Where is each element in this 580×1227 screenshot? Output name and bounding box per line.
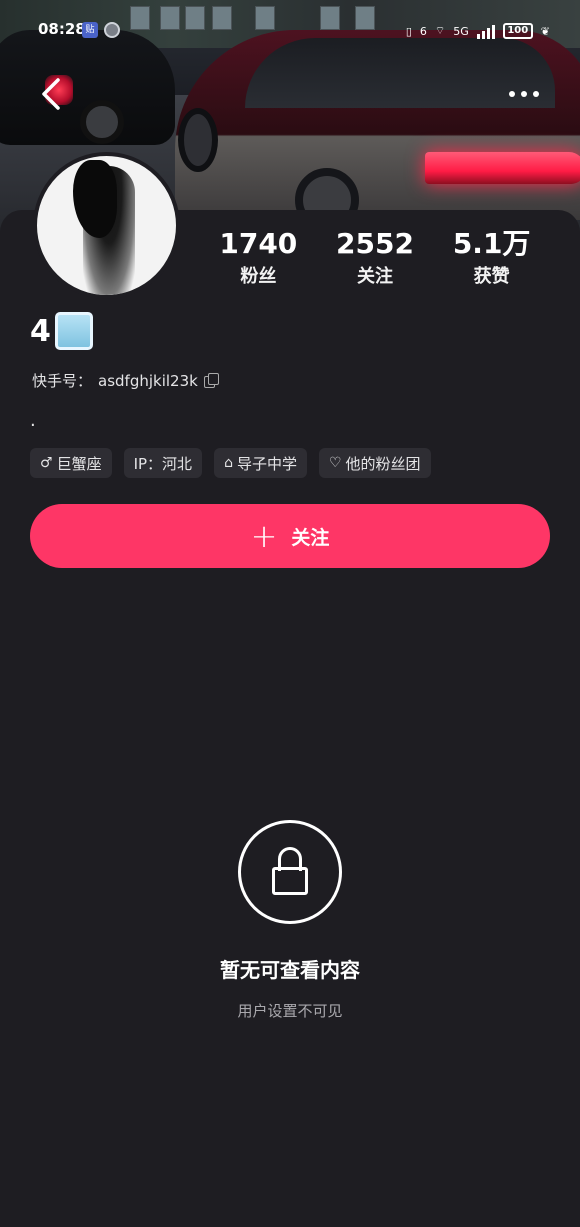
- profile-panel: [0, 210, 580, 1227]
- username-text: 4: [30, 313, 51, 349]
- kuaishou-id-row: 快手号： asdfghjkil23k: [32, 370, 220, 391]
- tag-fan-group[interactable]: ♡ 他的粉丝团: [318, 448, 431, 478]
- plus-icon: +: [250, 517, 278, 555]
- male-icon: ♂: [40, 455, 53, 471]
- stat-fans-value: 1740: [219, 227, 298, 260]
- back-button[interactable]: [36, 76, 66, 112]
- stat-fans-label: 粉丝: [240, 266, 277, 287]
- notification-app-icon: 贴: [82, 22, 98, 38]
- heart-icon: ♡: [328, 455, 342, 471]
- status-bar: 08:28 贴 ▯ 6 ⌔ 5G 100 ❦: [0, 18, 580, 46]
- graduation-cap-icon: ⌂: [224, 455, 233, 471]
- tag-zodiac: ♂ 巨蟹座: [30, 448, 112, 478]
- more-options-button[interactable]: [504, 82, 544, 106]
- tag-school[interactable]: ⌂ 导子中学: [214, 448, 307, 478]
- more-dots-icon: [509, 91, 515, 97]
- tag-fan-group-text: 他的粉丝团: [345, 454, 421, 473]
- tag-ip-location: IP：河北: [123, 448, 203, 478]
- stat-likes-value: 5.1万: [452, 227, 531, 260]
- stat-following-label: 关注: [356, 266, 393, 287]
- cover-car-wheel: [178, 108, 218, 172]
- follow-button[interactable]: + 关注: [30, 504, 550, 568]
- follow-button-label: 关注: [291, 526, 330, 549]
- kuaishou-id-label: 快手号：: [32, 372, 93, 390]
- tag-ip-text: IP：河北: [133, 454, 193, 473]
- network-type: 5G: [453, 24, 469, 38]
- stat-likes[interactable]: 5.1万 获赞: [442, 226, 542, 292]
- tag-school-text: 导子中学: [236, 454, 297, 473]
- copy-icon[interactable]: [203, 372, 220, 389]
- wifi-icon: ⌔: [434, 24, 446, 37]
- blue-square-emoji: [54, 312, 93, 350]
- leaf-icon: ❦: [540, 24, 550, 38]
- status-time: 08:28: [38, 20, 86, 38]
- sim-slot: 6: [419, 24, 427, 38]
- stat-following[interactable]: 2552 关注: [325, 226, 425, 292]
- stat-likes-label: 获赞: [473, 266, 510, 287]
- cover-car-right: [175, 30, 580, 232]
- kuaishou-id-value: asdfghjkil23k: [98, 371, 198, 390]
- battery-icon: 100: [502, 23, 533, 39]
- back-arrow-icon: [42, 78, 60, 110]
- profile-tags: ♂ 巨蟹座 IP：河北 ⌂ 导子中学 ♡ 他的粉丝团: [30, 448, 431, 478]
- status-right: ▯ 6 ⌔ 5G 100 ❦: [406, 20, 550, 42]
- profile-stats: 1740 粉丝 2552 关注 5.1万 获赞: [200, 226, 550, 292]
- stat-fans[interactable]: 1740 粉丝: [208, 226, 308, 292]
- avatar[interactable]: [33, 152, 180, 299]
- empty-state-subtitle: 用户设置不可见: [237, 1002, 343, 1020]
- stat-following-value: 2552: [336, 227, 414, 260]
- lock-icon: [238, 820, 342, 924]
- notification-circle-icon: [104, 22, 120, 38]
- signal-icon: [476, 23, 495, 39]
- vibrate-icon: ▯: [405, 24, 412, 38]
- tag-zodiac-text: 巨蟹座: [56, 454, 102, 473]
- username: 4: [30, 312, 93, 350]
- bio: .: [30, 410, 36, 431]
- empty-state-title: 暂无可查看内容: [220, 958, 360, 982]
- cover-car-left: [0, 30, 175, 145]
